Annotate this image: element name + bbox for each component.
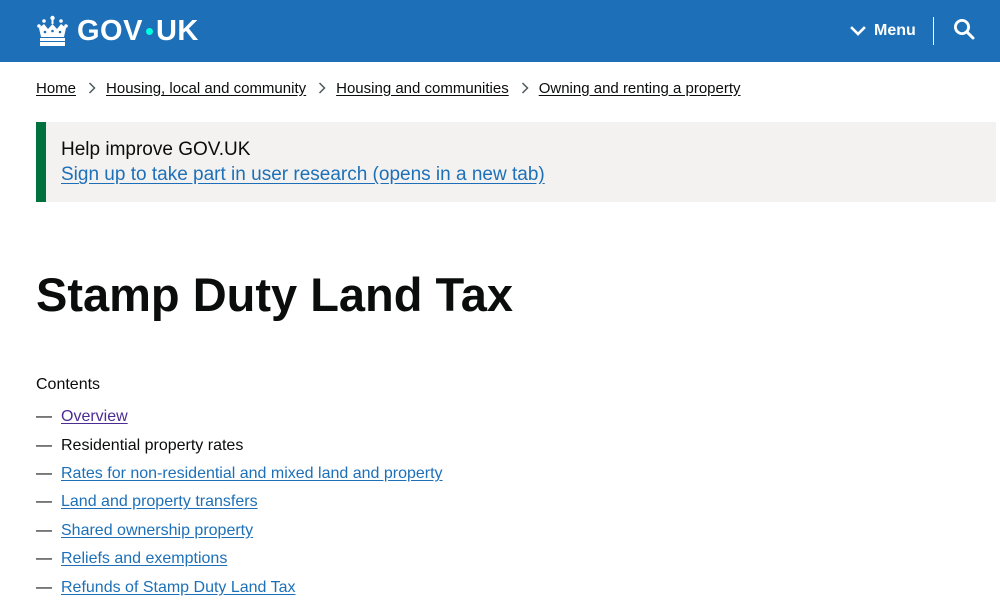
breadcrumb-owning-renting[interactable]: Owning and renting a property xyxy=(539,80,741,97)
user-research-link[interactable]: Sign up to take part in user research (o… xyxy=(61,164,545,186)
contents-item-transfers: — Land and property transfers xyxy=(36,488,443,516)
menu-label: Menu xyxy=(874,22,916,39)
logo-dot xyxy=(145,27,153,35)
contents-item-overview: — Overview xyxy=(36,403,443,431)
contents-link-non-residential-rates[interactable]: Rates for non-residential and mixed land… xyxy=(61,465,443,483)
breadcrumb-housing-local-community[interactable]: Housing, local and community xyxy=(106,80,306,97)
site-header: GOV UK Menu xyxy=(0,0,1000,62)
breadcrumb-housing-communities[interactable]: Housing and communities xyxy=(336,80,509,97)
contents-link-shared-ownership[interactable]: Shared ownership property xyxy=(61,522,253,540)
contents-dash: — xyxy=(36,578,52,596)
menu-button[interactable]: Menu xyxy=(850,15,916,47)
govuk-logo-link[interactable]: GOV UK xyxy=(36,13,199,49)
page-title: Stamp Duty Land Tax xyxy=(36,268,514,321)
chevron-right-icon xyxy=(88,82,96,94)
contents-link-refunds[interactable]: Refunds of Stamp Duty Land Tax xyxy=(61,579,296,597)
contents-link-overview[interactable]: Overview xyxy=(61,408,128,426)
contents-item-residential-rates: — Residential property rates xyxy=(36,431,443,459)
contents-item-refunds: — Refunds of Stamp Duty Land Tax xyxy=(36,573,443,601)
search-button[interactable] xyxy=(953,18,979,44)
chevron-down-icon xyxy=(850,26,866,36)
logo-text: GOV UK xyxy=(77,14,199,47)
contents-item-non-residential-rates: — Rates for non-residential and mixed la… xyxy=(36,460,443,488)
contents-dash: — xyxy=(36,408,52,426)
chevron-right-icon xyxy=(319,82,326,94)
contents-dash: — xyxy=(36,436,52,454)
header-divider xyxy=(933,17,934,45)
contents-link-reliefs[interactable]: Reliefs and exemptions xyxy=(61,550,227,568)
search-icon xyxy=(954,19,975,40)
logo-text-uk: UK xyxy=(155,14,199,47)
contents-dash: — xyxy=(36,521,52,539)
user-research-banner: Help improve GOV.UK Sign up to take part… xyxy=(36,122,996,202)
contents-dash: — xyxy=(36,464,52,482)
contents-dash: — xyxy=(36,550,52,568)
contents-current-residential-rates: Residential property rates xyxy=(61,436,244,454)
logo-text-gov: GOV xyxy=(77,14,143,47)
breadcrumb-home[interactable]: Home xyxy=(36,80,76,97)
banner-title: Help improve GOV.UK xyxy=(61,139,251,160)
contents-item-shared-ownership: — Shared ownership property xyxy=(36,517,443,545)
contents-list: — Overview — Residential property rates … xyxy=(36,403,443,602)
contents-heading: Contents xyxy=(36,376,101,393)
crown-icon xyxy=(37,15,68,46)
contents-dash: — xyxy=(36,493,52,511)
chevron-right-icon xyxy=(521,82,529,94)
contents-item-reliefs: — Reliefs and exemptions xyxy=(36,545,443,573)
contents-link-transfers[interactable]: Land and property transfers xyxy=(61,493,258,511)
breadcrumb: Home Housing, local and community Housin… xyxy=(36,78,741,98)
